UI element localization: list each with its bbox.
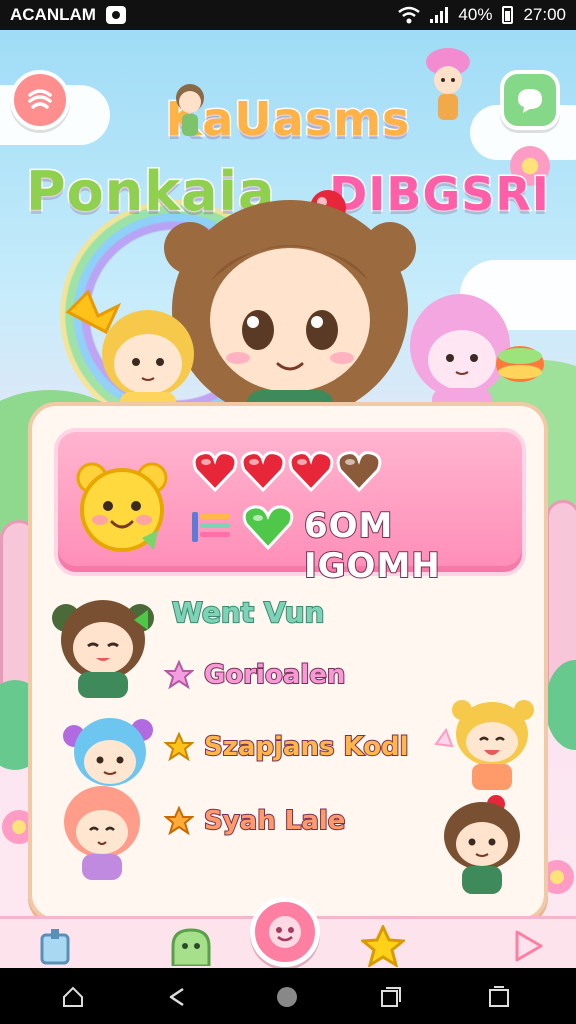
cheering-blonde-avatar[interactable]: [432, 694, 542, 794]
wifi-icon: [398, 6, 421, 24]
recents-icon: [381, 987, 401, 1007]
friend-item[interactable]: Szapjans Kodl: [164, 731, 410, 763]
nav-favorites[interactable]: [358, 923, 408, 969]
star-icon: [164, 732, 194, 762]
score-text: 6OM IGOMH: [303, 505, 441, 587]
game-title-line1: KaUasms: [0, 91, 576, 148]
home-outline-icon: [63, 986, 83, 1007]
friend-name: Szapjans Kodl: [203, 731, 410, 763]
heart-icon: [192, 451, 238, 492]
bear-avatar[interactable]: [72, 456, 172, 556]
sys-overview-button[interactable]: [484, 982, 514, 1012]
player-card: 6OM IGOMH Went Vun Gorioalen Szapjans Ko…: [28, 402, 548, 916]
star-icon: [361, 925, 405, 967]
sys-home-button[interactable]: [58, 982, 88, 1012]
carrier-name: ACANLAM: [10, 5, 96, 24]
player-stats-panel: 6OM IGOMH: [54, 428, 526, 587]
signal-icon: [430, 7, 449, 23]
sys-back-button[interactable]: [162, 982, 192, 1012]
pink-hair-avatar[interactable]: [58, 782, 148, 882]
bottom-nav: [0, 897, 576, 969]
tiny-character: [176, 84, 204, 136]
ghost-icon: [171, 928, 211, 966]
play-icon: [515, 930, 543, 962]
friend-item[interactable]: Gorioalen: [164, 659, 346, 691]
lives-hearts: [192, 450, 382, 492]
nav-pets[interactable]: [166, 923, 216, 969]
heart-icon: [240, 451, 286, 492]
waving-girl-avatar[interactable]: [432, 794, 532, 898]
friend-name: Syah Lale: [203, 805, 346, 837]
friend-item[interactable]: Syah Lale: [164, 805, 346, 837]
level-bars-icon: [192, 512, 230, 542]
brunette-girl-avatar[interactable]: [48, 590, 158, 700]
circle-icon: [277, 987, 297, 1007]
friend-name: Gorioalen: [203, 659, 346, 691]
sys-assistant-button[interactable]: [272, 982, 302, 1012]
notification-app-icon: [105, 6, 126, 24]
nav-play[interactable]: [502, 923, 552, 969]
nav-home[interactable]: [30, 923, 80, 969]
chef-character: [426, 48, 470, 120]
face-icon: [269, 916, 301, 948]
system-nav-bar: [0, 968, 576, 1024]
clock: 27:00: [523, 5, 566, 24]
friends-heading: Went Vun: [171, 595, 325, 630]
game-scene: KaUasms Ponkaia DIBGSRI 6OM IGOMH Went V…: [0, 30, 576, 916]
nav-center-button[interactable]: [250, 897, 320, 967]
star-icon: [164, 660, 194, 690]
sys-recents-button[interactable]: [376, 982, 406, 1012]
back-icon: [169, 987, 184, 1007]
empty-heart-icon: [336, 451, 382, 492]
heart-icon: [288, 451, 334, 492]
status-bar: ACANLAM 40% 27:00: [0, 0, 576, 30]
battery-percent: 40%: [458, 5, 493, 24]
battery-icon: [502, 6, 514, 24]
home-icon: [40, 929, 70, 965]
green-heart-icon: [242, 505, 294, 550]
blonde-friend-character: [65, 289, 194, 422]
overview-icon: [489, 986, 509, 1007]
star-icon: [164, 806, 194, 836]
